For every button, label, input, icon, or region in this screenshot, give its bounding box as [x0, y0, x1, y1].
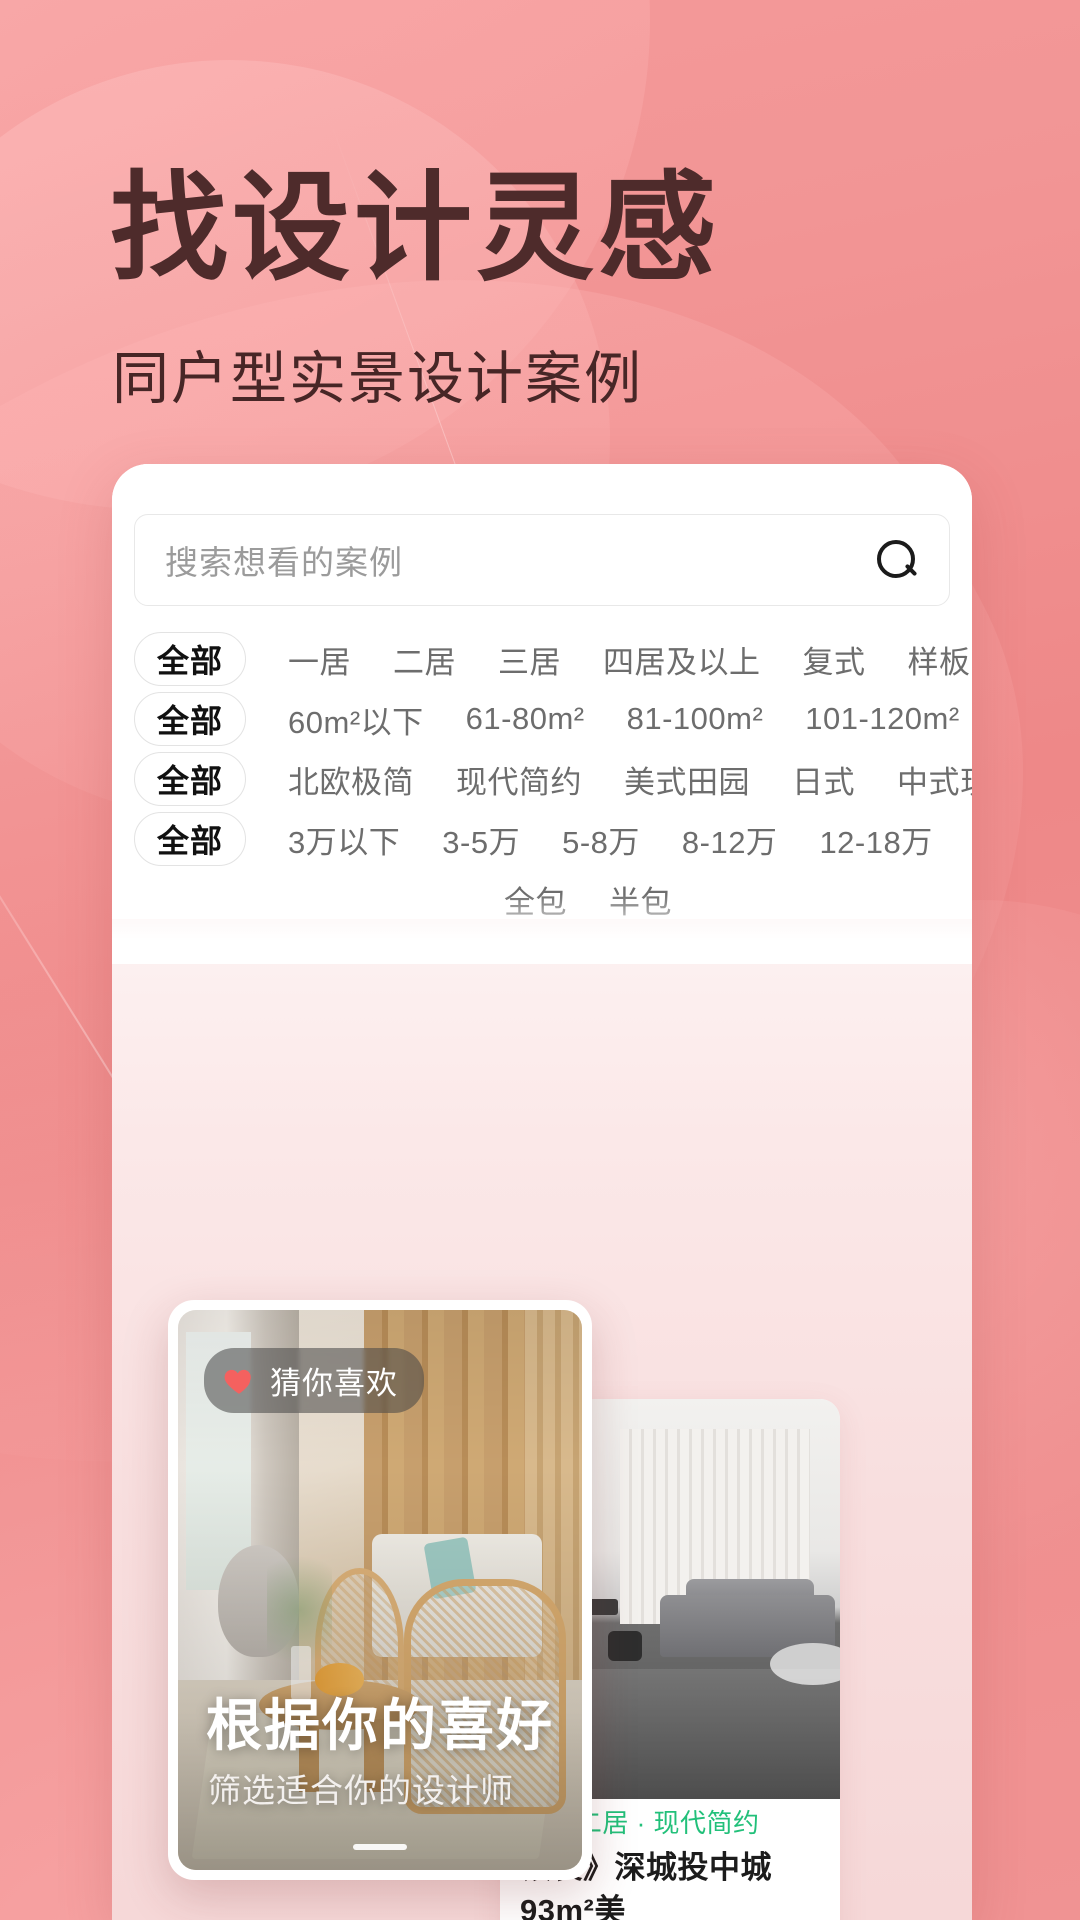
filter-chip-room-showroom[interactable]: 样板间 — [908, 637, 972, 682]
filter-chip-room-1[interactable]: 一居 — [288, 637, 351, 682]
filter-chip-style-chinese[interactable]: 中式现代 — [897, 757, 972, 802]
filter-chip-budget-under3[interactable]: 3万以下 — [288, 817, 400, 862]
carousel-indicator[interactable] — [353, 1844, 407, 1850]
filter-chip-area-101-120[interactable]: 101-120m² — [805, 701, 959, 737]
app-panel-inner: m² · 二居 · 现代简约 银装》深城投中城93m²美 银装素裹 · 乐蜂精装… — [112, 464, 972, 1920]
overlay-card-title: 根据你的喜好 — [206, 1694, 554, 1757]
filter-chip-area-under60[interactable]: 60m²以下 — [288, 697, 424, 742]
filter-chip-all-budget[interactable]: 全部 — [134, 812, 247, 866]
filter-chip-package-full[interactable]: 全包 — [504, 877, 567, 922]
filter-chip-room-3[interactable]: 三居 — [498, 637, 561, 682]
filter-chip-all-style[interactable]: 全部 — [134, 752, 247, 806]
guess-you-like-label: 猜你喜欢 — [270, 1366, 398, 1401]
filter-chip-style-japanese[interactable]: 日式 — [792, 757, 855, 802]
heart-icon — [224, 1369, 251, 1394]
filter-chip-style-american[interactable]: 美式田园 — [624, 757, 750, 802]
filter-chip-budget-12-18[interactable]: 12-18万 — [819, 817, 932, 862]
guess-you-like-badge: 猜你喜欢 — [204, 1348, 424, 1413]
filter-row-room-count: 全部 一居 二居 三居 四居及以上 复式 样板间 — [112, 629, 972, 689]
decor-robot-vacuum — [608, 1631, 642, 1661]
filter-chip-room-2[interactable]: 二居 — [393, 637, 456, 682]
page-title: 找设计灵感 — [110, 163, 721, 295]
filter-row-area: 全部 60m²以下 61-80m² 81-100m² 101-120m² 1 — [112, 689, 972, 749]
recommendation-overlay-card[interactable]: 猜你喜欢 根据你的喜好 筛选适合你的设计师 — [168, 1300, 592, 1880]
search-placeholder: 搜索想看的案例 — [165, 544, 403, 581]
search-icon[interactable] — [875, 538, 919, 582]
filter-chip-style-nordic[interactable]: 北欧极简 — [288, 757, 414, 802]
filter-chip-budget-8-12[interactable]: 8-12万 — [682, 817, 778, 862]
filter-row-package: 全包 半包 — [112, 869, 972, 929]
filter-rows: 全部 一居 二居 三居 四居及以上 复式 样板间 全部 60m²以下 61-80… — [112, 629, 972, 929]
filter-chip-all-area[interactable]: 全部 — [134, 692, 247, 746]
filter-chip-budget-5-8[interactable]: 5-8万 — [562, 817, 640, 862]
filter-row-budget: 全部 3万以下 3-5万 5-8万 8-12万 12-18万 — [112, 809, 972, 869]
filter-chip-room-4plus[interactable]: 四居及以上 — [603, 637, 761, 682]
overlay-card-subtitle: 筛选适合你的设计师 — [208, 1772, 514, 1809]
filter-chip-budget-3-5[interactable]: 3-5万 — [442, 817, 520, 862]
search-input[interactable]: 搜索想看的案例 — [134, 514, 950, 606]
filter-chip-area-81-100[interactable]: 81-100m² — [627, 701, 764, 737]
filter-chip-style-modern[interactable]: 现代简约 — [456, 757, 582, 802]
page-subtitle: 同户型实景设计案例 — [112, 347, 643, 411]
filter-chip-area-61-80[interactable]: 61-80m² — [466, 701, 585, 737]
filter-row-style: 全部 北欧极简 现代简约 美式田园 日式 中式现代 — [112, 749, 972, 809]
filter-chip-all-room-count[interactable]: 全部 — [134, 632, 247, 686]
app-panel: m² · 二居 · 现代简约 银装》深城投中城93m²美 银装素裹 · 乐蜂精装… — [112, 464, 972, 1920]
filter-chip-package-half[interactable]: 半包 — [609, 877, 672, 922]
filter-card: 搜索想看的案例 全部 一居 二居 三居 四居及以上 复式 样板间 全部 60m²… — [112, 464, 972, 964]
filter-chip-room-duplex[interactable]: 复式 — [803, 637, 866, 682]
